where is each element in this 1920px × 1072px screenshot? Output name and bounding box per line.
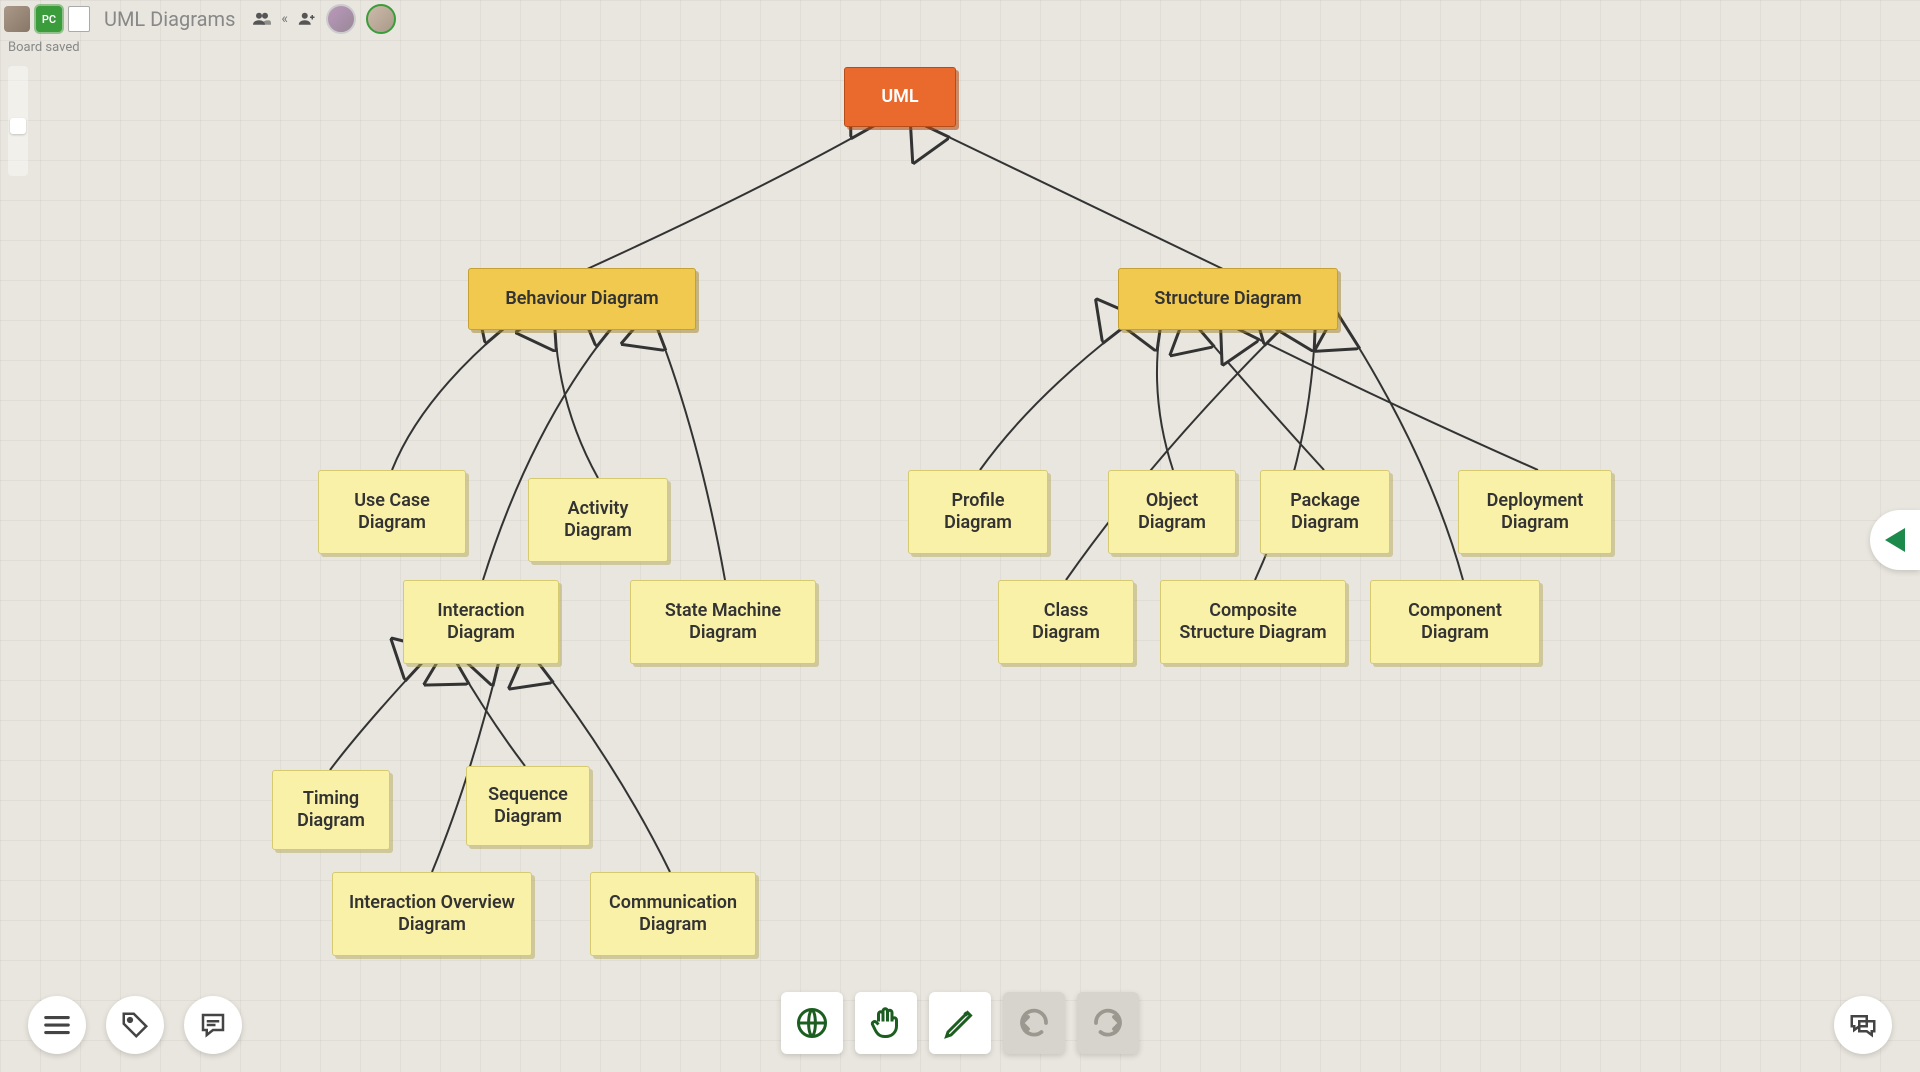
node-component-diagram[interactable]: Component Diagram [1370, 580, 1540, 664]
node-timing-diagram[interactable]: Timing Diagram [272, 770, 390, 850]
bottom-left-tools [28, 996, 242, 1054]
presence-avatar-pc[interactable]: PC [36, 6, 62, 32]
chevron-left-icon[interactable]: « [281, 11, 288, 27]
top-bar: PC UML Diagrams « [4, 4, 396, 34]
chat-button[interactable] [1834, 996, 1892, 1054]
node-structure-diagram[interactable]: Structure Diagram [1118, 268, 1338, 330]
viewer-avatar-1[interactable] [326, 4, 356, 34]
bottom-right-tools [1834, 996, 1892, 1054]
board-title[interactable]: UML Diagrams [104, 7, 235, 31]
add-user-icon[interactable] [298, 10, 316, 29]
zoom-slider[interactable] [8, 66, 28, 176]
node-class-diagram[interactable]: Class Diagram [998, 580, 1134, 664]
node-deployment-diagram[interactable]: Deployment Diagram [1458, 470, 1612, 554]
node-communication-diagram[interactable]: Communication Diagram [590, 872, 756, 956]
node-use-case-diagram[interactable]: Use Case Diagram [318, 470, 466, 554]
node-interaction-overview-diagram[interactable]: Interaction Overview Diagram [332, 872, 532, 956]
bottom-center-tools [781, 992, 1139, 1054]
node-sequence-diagram[interactable]: Sequence Diagram [466, 766, 590, 846]
file-icon[interactable] [68, 6, 90, 32]
pan-tool-button[interactable] [855, 992, 917, 1054]
node-composite-structure-diagram[interactable]: Composite Structure Diagram [1160, 580, 1346, 664]
node-object-diagram[interactable]: Object Diagram [1108, 470, 1236, 554]
node-state-machine-diagram[interactable]: State Machine Diagram [630, 580, 816, 664]
redo-button[interactable] [1077, 992, 1139, 1054]
zoom-slider-thumb[interactable] [10, 118, 26, 134]
play-icon [1885, 528, 1905, 552]
node-interaction-diagram[interactable]: Interaction Diagram [403, 580, 559, 664]
node-profile-diagram[interactable]: Profile Diagram [908, 470, 1048, 554]
explore-tool-button[interactable] [781, 992, 843, 1054]
board-status: Board saved [8, 40, 80, 55]
viewer-avatar-2[interactable] [366, 4, 396, 34]
comment-button[interactable] [184, 996, 242, 1054]
diagram-canvas[interactable]: UML Behaviour Diagram Structure Diagram … [0, 0, 1920, 1072]
owner-avatar[interactable] [4, 6, 30, 32]
undo-button[interactable] [1003, 992, 1065, 1054]
node-package-diagram[interactable]: Package Diagram [1260, 470, 1390, 554]
menu-button[interactable] [28, 996, 86, 1054]
node-activity-diagram[interactable]: Activity Diagram [528, 478, 668, 562]
node-uml[interactable]: UML [844, 67, 956, 127]
node-behaviour-diagram[interactable]: Behaviour Diagram [468, 268, 696, 330]
tags-button[interactable] [106, 996, 164, 1054]
draw-tool-button[interactable] [929, 992, 991, 1054]
collaborators-icon[interactable] [253, 10, 271, 29]
